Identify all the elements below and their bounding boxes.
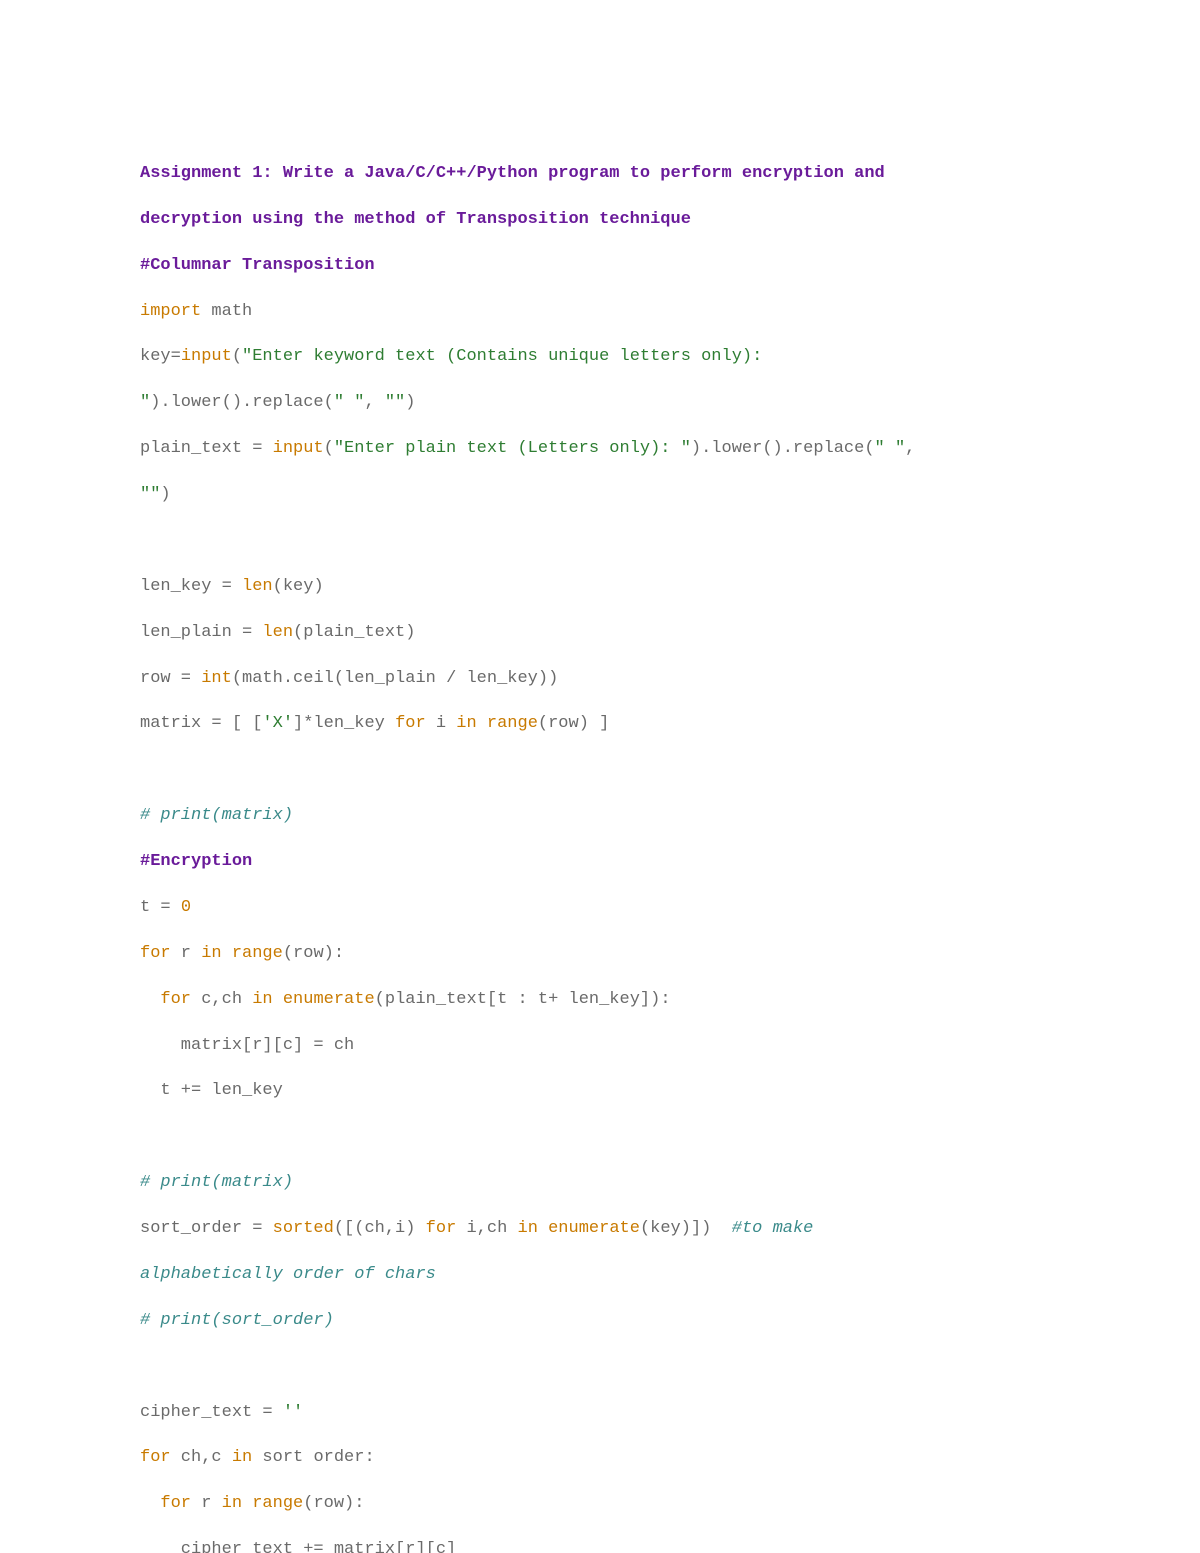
- code-document: Assignment 1: Write a Java/C/C++/Python …: [0, 0, 1200, 1553]
- blank-line: [140, 759, 1060, 782]
- comment-line: # print(matrix): [140, 1172, 1060, 1195]
- code-line: ").lower().replace(" ", ""): [140, 392, 1060, 415]
- comment-line: # print(sort_order): [140, 1310, 1060, 1333]
- code-line: ""): [140, 484, 1060, 507]
- code-line: for r in range(row):: [140, 943, 1060, 966]
- blank-line: [140, 1356, 1060, 1379]
- section-header: #Encryption: [140, 851, 1060, 874]
- code-line: row = int(math.ceil(len_plain / len_key)…: [140, 668, 1060, 691]
- blank-line: [140, 1126, 1060, 1149]
- code-line: key=input("Enter keyword text (Contains …: [140, 346, 1060, 369]
- code-line: cipher_text = '': [140, 1402, 1060, 1425]
- comment-line: alphabetically order of chars: [140, 1264, 1060, 1287]
- code-line: import math: [140, 301, 1060, 324]
- code-line: sort_order = sorted([(ch,i) for i,ch in …: [140, 1218, 1060, 1241]
- code-line: t += len_key: [140, 1080, 1060, 1103]
- code-line: for r in range(row):: [140, 1493, 1060, 1516]
- code-line: matrix[r][c] = ch: [140, 1035, 1060, 1058]
- code-line: len_plain = len(plain_text): [140, 622, 1060, 645]
- code-line: len_key = len(key): [140, 576, 1060, 599]
- code-line: cipher_text += matrix[r][c]: [140, 1539, 1060, 1553]
- title-line-2: decryption using the method of Transposi…: [140, 209, 1060, 232]
- comment-line: # print(matrix): [140, 805, 1060, 828]
- code-line: for ch,c in sort order:: [140, 1447, 1060, 1470]
- title-line-1: Assignment 1: Write a Java/C/C++/Python …: [140, 163, 1060, 186]
- blank-line: [140, 530, 1060, 553]
- title-line-3: #Columnar Transposition: [140, 255, 1060, 278]
- code-line: matrix = [ ['X']*len_key for i in range(…: [140, 713, 1060, 736]
- code-line: for c,ch in enumerate(plain_text[t : t+ …: [140, 989, 1060, 1012]
- code-line: t = 0: [140, 897, 1060, 920]
- code-line: plain_text = input("Enter plain text (Le…: [140, 438, 1060, 461]
